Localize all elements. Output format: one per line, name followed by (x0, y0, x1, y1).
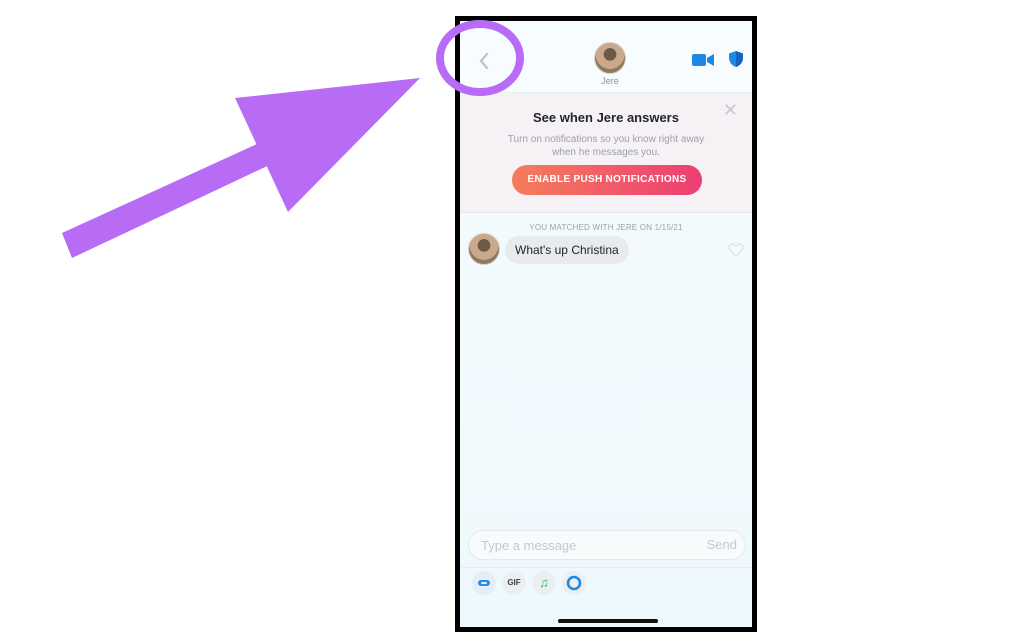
video-camera-icon[interactable] (692, 53, 714, 67)
message-avatar[interactable] (468, 233, 500, 265)
message-bubble[interactable]: What's up Christina (505, 236, 629, 264)
send-button[interactable]: Send (707, 531, 737, 559)
message-composer: Send (468, 530, 746, 560)
gif-button[interactable]: GIF (502, 571, 526, 595)
prompt-title: See when Jere answers (533, 110, 679, 125)
heart-icon[interactable] (728, 243, 744, 257)
music-button[interactable]: ♫ (532, 571, 556, 595)
shield-icon[interactable] (728, 50, 744, 68)
loop-button[interactable] (562, 571, 586, 595)
prompt-body: Turn on notifications so you know right … (507, 134, 705, 158)
message-input[interactable] (481, 531, 681, 559)
chevron-left-icon (479, 52, 489, 70)
home-indicator (558, 619, 658, 623)
sticker-icon (478, 580, 490, 586)
loop-circle-icon (566, 575, 582, 591)
sticker-button[interactable] (472, 571, 496, 595)
contact-avatar[interactable] (594, 42, 626, 74)
phone-frame: Jere ✕ See when Jere answers Turn on not… (455, 16, 757, 632)
chat-header: Jere (460, 21, 752, 93)
contact-name[interactable]: Jere (570, 76, 650, 86)
back-button[interactable] (474, 49, 494, 73)
match-info: YOU MATCHED WITH JERE ON 1/15/21 (529, 223, 683, 232)
push-notification-prompt: ✕ See when Jere answers Turn on notifica… (460, 93, 752, 213)
pointer-arrow (62, 78, 420, 258)
enable-push-notifications-button[interactable]: ENABLE PUSH NOTIFICATIONS (512, 165, 702, 195)
divider (460, 567, 752, 568)
